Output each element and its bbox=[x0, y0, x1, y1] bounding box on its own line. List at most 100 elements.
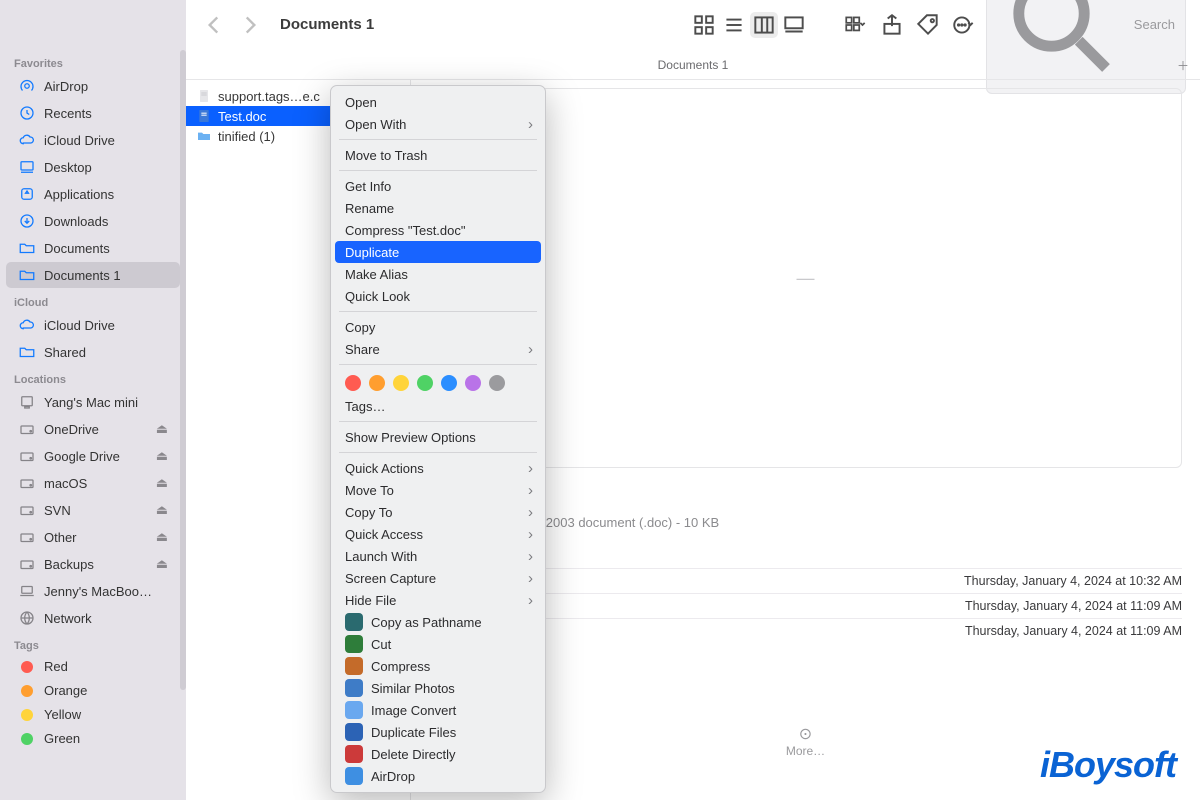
sidebar-item-desktop[interactable]: Desktop bbox=[6, 154, 180, 180]
sidebar-item-downloads[interactable]: Downloads bbox=[6, 208, 180, 234]
sidebar-item-backups[interactable]: Backups⏏ bbox=[6, 551, 180, 577]
menu-item-quick-access[interactable]: Quick Access bbox=[331, 523, 545, 545]
sidebar-item-jenny-s-macboo-[interactable]: Jenny's MacBoo… bbox=[6, 578, 180, 604]
sidebar-item-google-drive[interactable]: Google Drive⏏ bbox=[6, 443, 180, 469]
menu-item-image-convert[interactable]: Image Convert bbox=[331, 699, 545, 721]
sidebar-tag-orange[interactable]: Orange bbox=[6, 679, 180, 702]
menu-item-tags-[interactable]: Tags… bbox=[331, 395, 545, 417]
menu-item-cut[interactable]: Cut bbox=[331, 633, 545, 655]
menu-item-quick-actions[interactable]: Quick Actions bbox=[331, 457, 545, 479]
sidebar-item-onedrive[interactable]: OneDrive⏏ bbox=[6, 416, 180, 442]
menu-item-make-alias[interactable]: Make Alias bbox=[331, 263, 545, 285]
tag-color[interactable] bbox=[369, 375, 385, 391]
menu-item-get-info[interactable]: Get Info bbox=[331, 175, 545, 197]
eject-icon[interactable]: ⏏ bbox=[156, 475, 168, 491]
window-title: Documents 1 bbox=[280, 16, 374, 33]
sidebar-item-documents[interactable]: Documents bbox=[6, 235, 180, 261]
tag-color[interactable] bbox=[393, 375, 409, 391]
menu-item-hide-file[interactable]: Hide File bbox=[331, 589, 545, 611]
more-menu[interactable] bbox=[950, 12, 978, 38]
context-menu: OpenOpen With Move to Trash Get InfoRename… bbox=[330, 85, 546, 793]
eject-icon[interactable]: ⏏ bbox=[156, 502, 168, 518]
sidebar-item-svn[interactable]: SVN⏏ bbox=[6, 497, 180, 523]
laptop-icon bbox=[18, 582, 36, 600]
watermark: iBoysoft bbox=[1040, 744, 1176, 786]
menu-item-icon bbox=[345, 701, 363, 719]
forward-button[interactable] bbox=[236, 12, 264, 38]
search-placeholder: Search bbox=[1134, 17, 1175, 32]
clock-icon bbox=[18, 104, 36, 122]
toolbar: Documents 1 Search bbox=[186, 0, 1200, 50]
menu-item-duplicate[interactable]: Duplicate bbox=[335, 241, 541, 263]
sidebar-item-icloud-drive[interactable]: iCloud Drive bbox=[6, 312, 180, 338]
menu-item-icon bbox=[345, 635, 363, 653]
sidebar-item-network[interactable]: Network bbox=[6, 605, 180, 631]
menu-separator bbox=[339, 364, 537, 365]
globe-icon bbox=[18, 609, 36, 627]
menu-item-move-to[interactable]: Move To bbox=[331, 479, 545, 501]
menu-item-share[interactable]: Share bbox=[331, 338, 545, 360]
airdrop-icon bbox=[18, 77, 36, 95]
menu-item-duplicate-files[interactable]: Duplicate Files bbox=[331, 721, 545, 743]
download-icon bbox=[18, 212, 36, 230]
tags-button[interactable] bbox=[914, 12, 942, 38]
tag-color[interactable] bbox=[441, 375, 457, 391]
folder-icon bbox=[18, 343, 36, 361]
menu-item-compress[interactable]: Compress bbox=[331, 655, 545, 677]
view-columns[interactable] bbox=[750, 12, 778, 38]
tag-dot-icon bbox=[21, 661, 33, 673]
sidebar-item-recents[interactable]: Recents bbox=[6, 100, 180, 126]
menu-item-open-with[interactable]: Open With bbox=[331, 113, 545, 135]
menu-item-airdrop[interactable]: AirDrop bbox=[331, 765, 545, 787]
sidebar-item-macos[interactable]: macOS⏏ bbox=[6, 470, 180, 496]
menu-item-launch-with[interactable]: Launch With bbox=[331, 545, 545, 567]
disk-icon bbox=[18, 420, 36, 438]
menu-item-copy[interactable]: Copy bbox=[331, 316, 545, 338]
disk-icon bbox=[18, 528, 36, 546]
sidebar-tag-green[interactable]: Green bbox=[6, 727, 180, 750]
sidebar-item-other[interactable]: Other⏏ bbox=[6, 524, 180, 550]
tab-current[interactable]: Documents 1 bbox=[658, 58, 729, 72]
sidebar-item-icloud-drive[interactable]: iCloud Drive bbox=[6, 127, 180, 153]
sidebar-tag-red[interactable]: Red bbox=[6, 655, 180, 678]
menu-item-move-to-trash[interactable]: Move to Trash bbox=[331, 144, 545, 166]
menu-item-similar-photos[interactable]: Similar Photos bbox=[331, 677, 545, 699]
eject-icon[interactable]: ⏏ bbox=[156, 448, 168, 464]
disk-icon bbox=[18, 501, 36, 519]
menu-item-icon bbox=[345, 767, 363, 785]
tag-dot-icon bbox=[21, 709, 33, 721]
tag-color[interactable] bbox=[417, 375, 433, 391]
menu-item-copy-to[interactable]: Copy To bbox=[331, 501, 545, 523]
sidebar-item-documents-1[interactable]: Documents 1 bbox=[6, 262, 180, 288]
eject-icon[interactable]: ⏏ bbox=[156, 556, 168, 572]
menu-item-show-preview-options[interactable]: Show Preview Options bbox=[331, 426, 545, 448]
sidebar-item-airdrop[interactable]: AirDrop bbox=[6, 73, 180, 99]
menu-item-compress-test-doc-[interactable]: Compress "Test.doc" bbox=[331, 219, 545, 241]
back-button[interactable] bbox=[200, 12, 228, 38]
sidebar-header-favorites: Favorites bbox=[0, 50, 186, 72]
share-button[interactable] bbox=[878, 12, 906, 38]
menu-item-copy-as-pathname[interactable]: Copy as Pathname bbox=[331, 611, 545, 633]
view-list[interactable] bbox=[720, 12, 748, 38]
menu-item-quick-look[interactable]: Quick Look bbox=[331, 285, 545, 307]
cloud-icon bbox=[18, 316, 36, 334]
menu-item-delete-directly[interactable]: Delete Directly bbox=[331, 743, 545, 765]
eject-icon[interactable]: ⏏ bbox=[156, 421, 168, 437]
add-tab-button[interactable]: ＋ bbox=[1172, 54, 1194, 76]
menu-item-rename[interactable]: Rename bbox=[331, 197, 545, 219]
tag-color[interactable] bbox=[465, 375, 481, 391]
view-gallery[interactable] bbox=[780, 12, 808, 38]
tag-color[interactable] bbox=[489, 375, 505, 391]
menu-item-screen-capture[interactable]: Screen Capture bbox=[331, 567, 545, 589]
disk-icon bbox=[18, 447, 36, 465]
view-icons[interactable] bbox=[690, 12, 718, 38]
sidebar-item-applications[interactable]: Applications bbox=[6, 181, 180, 207]
menu-item-open[interactable]: Open bbox=[331, 91, 545, 113]
eject-icon[interactable]: ⏏ bbox=[156, 529, 168, 545]
sidebar-tag-yellow[interactable]: Yellow bbox=[6, 703, 180, 726]
group-menu[interactable] bbox=[842, 12, 870, 38]
sidebar-item-yang-s-mac-mini[interactable]: Yang's Mac mini bbox=[6, 389, 180, 415]
sidebar-item-shared[interactable]: Shared bbox=[6, 339, 180, 365]
tab-bar: Documents 1 ＋ bbox=[186, 50, 1200, 80]
tag-color[interactable] bbox=[345, 375, 361, 391]
